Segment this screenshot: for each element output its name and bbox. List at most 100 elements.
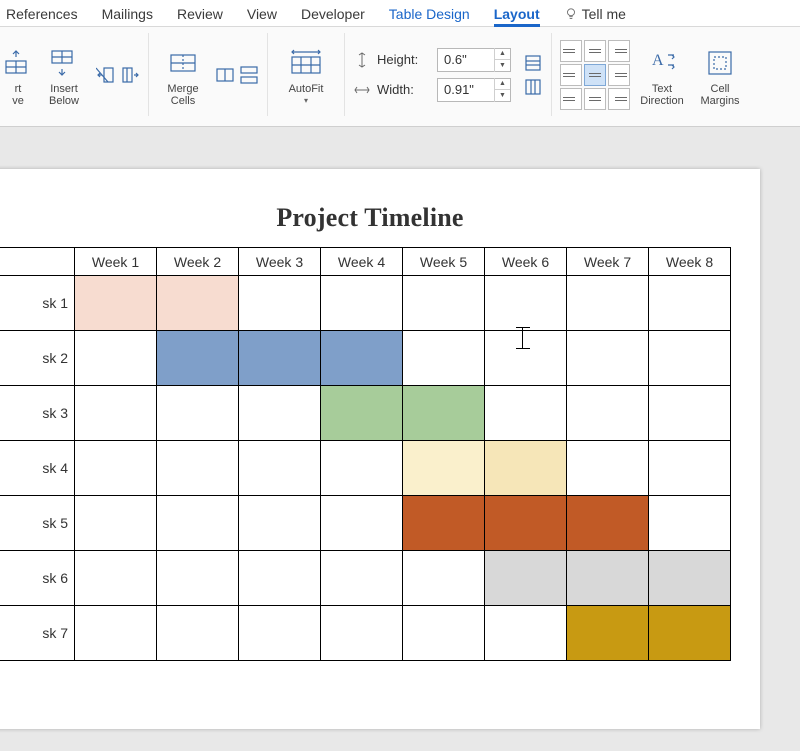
row-label-6[interactable]: sk 6 [0,551,75,606]
tab-developer[interactable]: Developer [301,6,365,22]
split-cells-button[interactable] [215,65,235,85]
cell[interactable] [649,441,731,496]
cell[interactable] [75,496,157,551]
align-bot-left[interactable] [560,88,582,110]
cell[interactable] [485,551,567,606]
cell[interactable] [239,606,321,661]
cell[interactable] [403,496,485,551]
cell[interactable] [157,496,239,551]
row-label-1[interactable]: sk 1 [0,276,75,331]
autofit-button[interactable]: AutoFit ▾ [276,43,336,107]
col-week-4[interactable]: Week 4 [321,248,403,276]
align-mid-left[interactable] [560,64,582,86]
cell[interactable] [321,331,403,386]
cell[interactable] [485,331,567,386]
cell[interactable] [567,331,649,386]
align-top-center[interactable] [584,40,606,62]
align-bot-center[interactable] [584,88,606,110]
insert-below-button[interactable]: Insert Below [38,43,90,107]
insert-left-button[interactable] [96,65,116,85]
align-top-left[interactable] [560,40,582,62]
col-week-5[interactable]: Week 5 [403,248,485,276]
col-week-7[interactable]: Week 7 [567,248,649,276]
cell[interactable] [321,386,403,441]
cell[interactable] [485,386,567,441]
cell[interactable] [75,441,157,496]
cell[interactable] [239,276,321,331]
tab-tell-me[interactable]: Tell me [564,6,626,22]
cell[interactable] [157,551,239,606]
distribute-columns-button[interactable] [523,77,543,97]
cell[interactable] [485,606,567,661]
cell[interactable] [649,276,731,331]
align-mid-right[interactable] [608,64,630,86]
col-week-3[interactable]: Week 3 [239,248,321,276]
cell[interactable] [157,276,239,331]
height-spin-up[interactable]: ▲ [495,48,510,60]
tab-review[interactable]: Review [177,6,223,22]
cell[interactable] [75,276,157,331]
cell[interactable] [649,386,731,441]
cell[interactable] [239,551,321,606]
cell[interactable] [321,441,403,496]
cell[interactable] [157,441,239,496]
split-table-button[interactable] [239,65,259,85]
col-week-1[interactable]: Week 1 [75,248,157,276]
tab-layout[interactable]: Layout [494,6,540,27]
cell[interactable] [75,551,157,606]
header-blank[interactable] [0,248,75,276]
row-label-7[interactable]: sk 7 [0,606,75,661]
cell[interactable] [321,496,403,551]
cell[interactable] [567,441,649,496]
cell[interactable] [403,551,485,606]
width-spin-up[interactable]: ▲ [495,78,510,90]
height-spin-down[interactable]: ▼ [495,60,510,72]
cell[interactable] [157,331,239,386]
cell[interactable] [567,496,649,551]
cell[interactable] [403,441,485,496]
row-label-4[interactable]: sk 4 [0,441,75,496]
cell[interactable] [649,331,731,386]
cell-margins-button[interactable]: Cell Margins [694,43,746,107]
tab-table-design[interactable]: Table Design [389,6,470,22]
cell[interactable] [157,606,239,661]
row-label-2[interactable]: sk 2 [0,331,75,386]
insert-above-button[interactable]: rt ve [4,43,32,107]
cell[interactable] [239,441,321,496]
cell[interactable] [403,386,485,441]
align-top-right[interactable] [608,40,630,62]
height-input[interactable]: 0.6" ▲ ▼ [437,48,511,72]
cell[interactable] [567,276,649,331]
cell[interactable] [157,386,239,441]
cell[interactable] [403,276,485,331]
col-week-8[interactable]: Week 8 [649,248,731,276]
cell[interactable] [485,276,567,331]
cell[interactable] [321,606,403,661]
cell[interactable] [403,331,485,386]
text-direction-button[interactable]: A Text Direction [636,43,688,107]
cell[interactable] [567,386,649,441]
cell[interactable] [75,606,157,661]
row-label-5[interactable]: sk 5 [0,496,75,551]
col-week-6[interactable]: Week 6 [485,248,567,276]
cell[interactable] [649,606,731,661]
width-input[interactable]: 0.91" ▲ ▼ [437,78,511,102]
cell[interactable] [649,496,731,551]
align-mid-center[interactable] [584,64,606,86]
distribute-rows-button[interactable] [523,53,543,73]
row-label-3[interactable]: sk 3 [0,386,75,441]
cell[interactable] [321,276,403,331]
cell[interactable] [567,551,649,606]
merge-cells-button[interactable]: Merge Cells [157,43,209,107]
timeline-table[interactable]: Week 1 Week 2 Week 3 Week 4 Week 5 Week … [0,247,731,661]
cell[interactable] [239,386,321,441]
cell[interactable] [239,496,321,551]
cell[interactable] [567,606,649,661]
tab-references[interactable]: References [6,6,78,22]
cell[interactable] [75,331,157,386]
cell[interactable] [485,441,567,496]
cell[interactable] [321,551,403,606]
cell[interactable] [649,551,731,606]
cell[interactable] [485,496,567,551]
align-bot-right[interactable] [608,88,630,110]
